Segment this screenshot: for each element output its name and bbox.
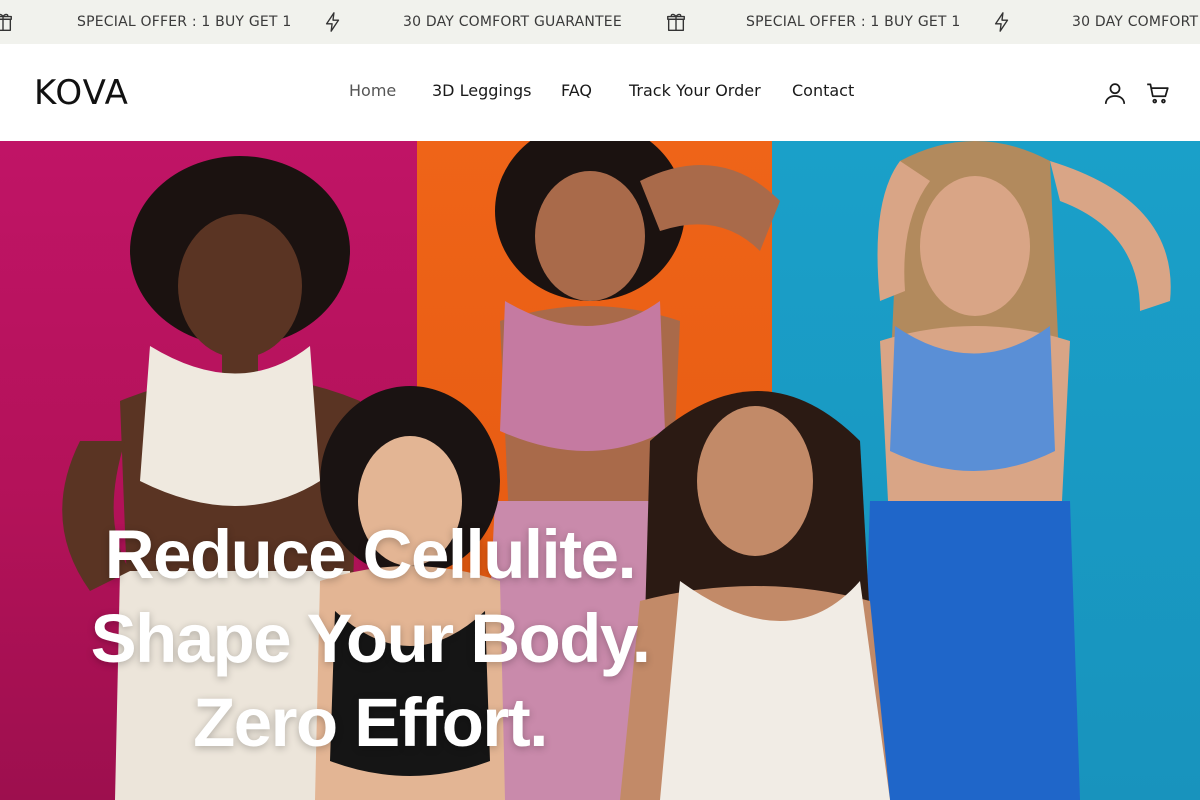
nav-3d-leggings[interactable]: 3D Leggings: [432, 81, 531, 101]
model-right: [860, 141, 1171, 800]
lightning-icon: [991, 11, 1013, 33]
cart-icon[interactable]: [1145, 80, 1171, 106]
main-nav: Home 3D Leggings FAQ Track Your Order Co…: [0, 44, 1200, 141]
guarantee-text: 30 DAY COMFORT GUARANTEE: [403, 14, 622, 30]
nav-faq[interactable]: FAQ: [561, 81, 592, 101]
hero-title: Reduce Cellulite. Shape Your Body. Zero …: [0, 513, 740, 765]
offer-text: SPECIAL OFFER : 1 BUY GET 1: [77, 14, 292, 30]
lightning-icon: [322, 11, 344, 33]
nav-contact[interactable]: Contact: [792, 81, 854, 101]
gift-icon: [0, 11, 14, 33]
hero-title-line-2: Shape Your Body.: [90, 600, 651, 677]
account-icon[interactable]: [1102, 80, 1128, 106]
offer-text: SPECIAL OFFER : 1 BUY GET 1: [746, 14, 961, 30]
hero-title-line-1: Reduce Cellulite.: [104, 516, 637, 593]
hero-section: Reduce Cellulite. Shape Your Body. Zero …: [0, 141, 1200, 800]
gift-icon: [665, 11, 687, 33]
nav-track-order[interactable]: Track Your Order: [629, 81, 761, 101]
site-header: KOVA Home 3D Leggings FAQ Track Your Ord…: [0, 44, 1200, 141]
guarantee-text: 30 DAY COMFORT GUARANTEE: [1072, 14, 1200, 30]
hero-title-line-3: Zero Effort.: [193, 684, 548, 761]
announcement-bar: SPECIAL OFFER : 1 BUY GET 1 30 DAY COMFO…: [0, 0, 1200, 44]
nav-home[interactable]: Home: [349, 81, 396, 101]
